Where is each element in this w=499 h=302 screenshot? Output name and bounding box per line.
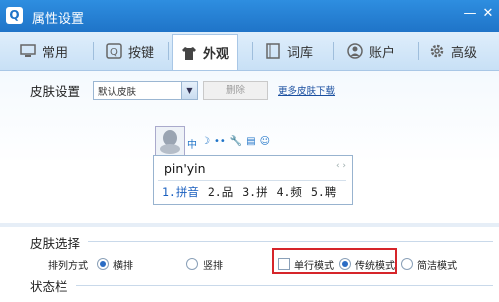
status-toolbar: 中 ☽ •• 🔧 ▤ ☺ bbox=[187, 136, 270, 151]
window-title: 属性设置 bbox=[32, 12, 85, 27]
status-bar-title: 状态栏 bbox=[30, 279, 68, 294]
candidate-item: 2.品 bbox=[207, 185, 234, 199]
moon-icon: ☽ bbox=[201, 136, 210, 147]
monitor-icon bbox=[20, 43, 36, 59]
tab-keys-label: 按键 bbox=[128, 45, 155, 61]
close-button[interactable]: ✕ bbox=[480, 6, 496, 22]
tab-bar: 常用 Q 按键 外观 词库 账户 高级 bbox=[0, 32, 499, 71]
candidate-window: pin'yin ‹ › 1.拼音 2.品 3.拼 4.频 5.聘 bbox=[153, 155, 353, 205]
tab-appearance-label: 外观 bbox=[203, 47, 230, 62]
candidate-item: 5.聘 bbox=[310, 185, 337, 199]
skin-choice-title: 皮肤选择 bbox=[30, 236, 81, 251]
punctuation-icon: •• bbox=[213, 136, 226, 147]
more-skins-link[interactable]: 更多皮肤下载 bbox=[278, 83, 335, 97]
arrange-label: 排列方式 bbox=[48, 261, 88, 272]
tab-advanced[interactable]: 高级 bbox=[429, 35, 477, 67]
chevron-down-icon[interactable]: ▼ bbox=[181, 82, 197, 99]
clipboard-icon: ▤ bbox=[246, 136, 256, 147]
highlight-box bbox=[272, 248, 397, 274]
chinese-mode-icon: 中 bbox=[187, 140, 197, 151]
shirt-icon bbox=[181, 45, 197, 61]
tab-advanced-label: 高级 bbox=[451, 45, 478, 61]
simple-label: 简洁模式 bbox=[417, 261, 457, 272]
app-logo: Q bbox=[6, 7, 23, 24]
smiley-icon: ☺ bbox=[259, 136, 271, 147]
avatar bbox=[155, 126, 185, 156]
tab-common[interactable]: 常用 bbox=[20, 35, 68, 67]
tab-common-label: 常用 bbox=[42, 45, 69, 61]
candidate-item: 1.拼音 bbox=[162, 185, 199, 199]
tab-dictionary-label: 词库 bbox=[287, 45, 314, 61]
section-divider bbox=[0, 223, 499, 227]
simple-radio[interactable] bbox=[401, 258, 413, 270]
tab-appearance[interactable]: 外观 bbox=[172, 34, 239, 70]
skin-preview: 中 ☽ •• 🔧 ▤ ☺ pin'yin ‹ › 1.拼音 2.品 3.拼 4.… bbox=[153, 124, 353, 205]
candidate-item: 4.频 bbox=[276, 185, 302, 199]
pinyin-text: pin'yin bbox=[164, 161, 206, 176]
vertical-label: 竖排 bbox=[203, 261, 223, 272]
user-icon bbox=[347, 43, 363, 59]
wrench-icon: 🔧 bbox=[229, 136, 243, 147]
skin-settings-title: 皮肤设置 bbox=[30, 84, 81, 99]
svg-text:Q: Q bbox=[110, 47, 118, 58]
title-bar: Q 属性设置 — ✕ bbox=[0, 0, 499, 32]
candidate-item: 3.拼 bbox=[242, 185, 268, 199]
page-arrows: ‹ › bbox=[335, 161, 346, 171]
minimize-button[interactable]: — bbox=[462, 6, 478, 22]
horizontal-radio[interactable] bbox=[97, 258, 109, 270]
horizontal-label: 横排 bbox=[113, 261, 133, 272]
tab-dictionary[interactable]: 词库 bbox=[265, 35, 313, 67]
delete-button[interactable]: 删除 bbox=[203, 81, 268, 100]
book-icon bbox=[265, 43, 281, 59]
tab-account[interactable]: 账户 bbox=[347, 35, 395, 67]
vertical-radio[interactable] bbox=[186, 258, 198, 270]
candidate-list: 1.拼音 2.品 3.拼 4.频 5.聘 bbox=[162, 184, 336, 200]
tab-account-label: 账户 bbox=[369, 45, 396, 61]
skin-select[interactable]: 默认皮肤 ▼ bbox=[93, 81, 198, 100]
tab-keys[interactable]: Q 按键 bbox=[106, 35, 154, 67]
key-q-icon: Q bbox=[106, 43, 122, 59]
skin-select-value: 默认皮肤 bbox=[98, 87, 137, 98]
gear-icon bbox=[429, 43, 445, 59]
